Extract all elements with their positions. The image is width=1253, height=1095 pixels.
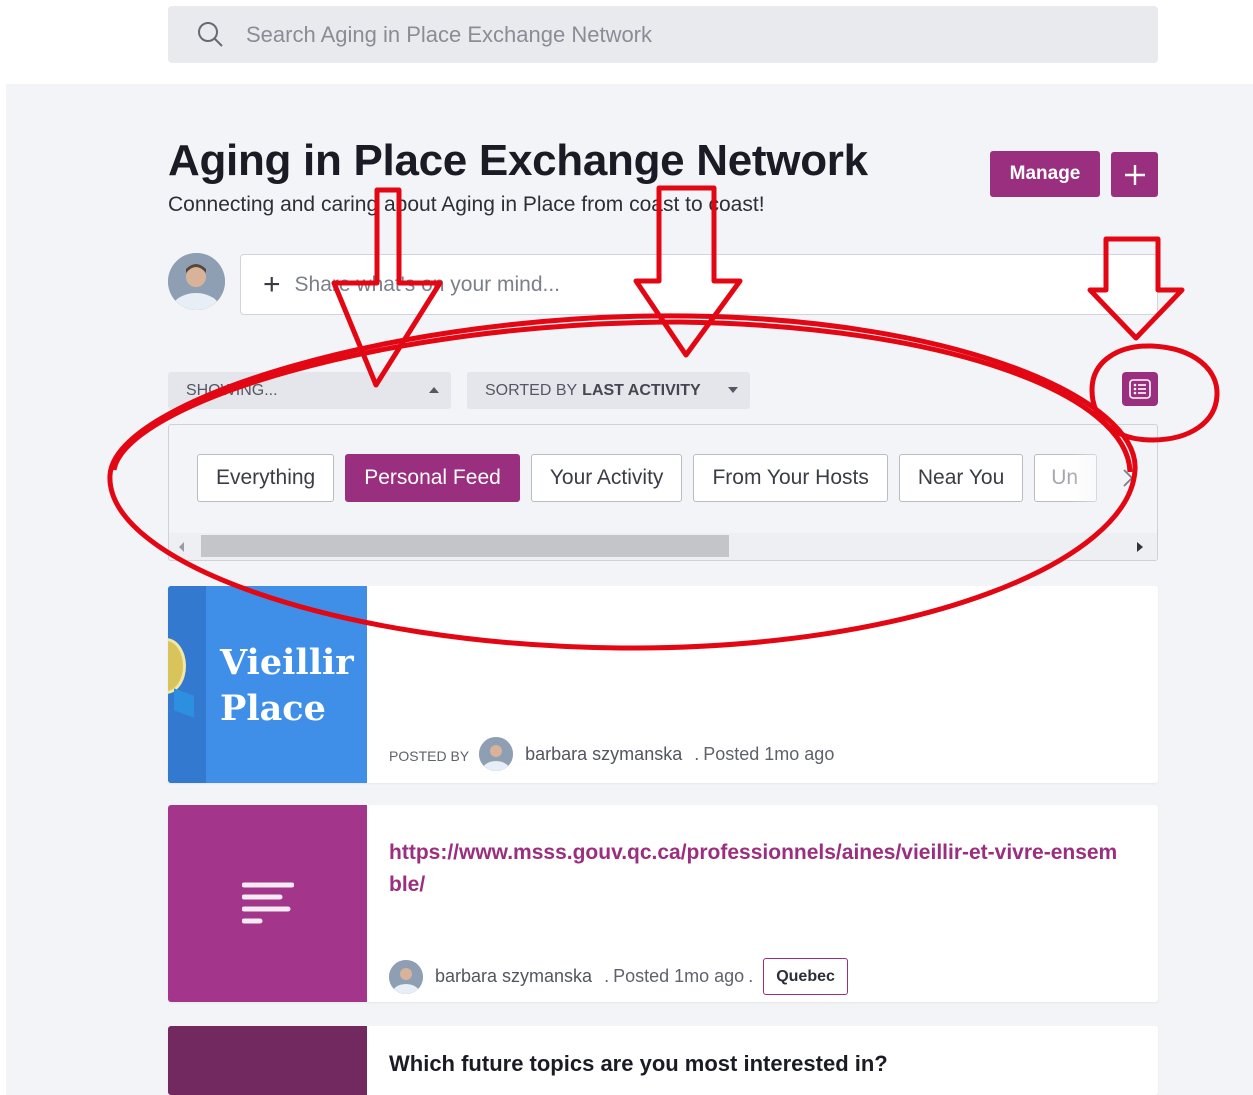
horizontal-scrollbar[interactable] — [169, 533, 1157, 560]
post-card[interactable]: https://www.msss.gouv.qc.ca/professionne… — [168, 805, 1158, 1002]
search-input[interactable] — [246, 21, 1046, 48]
showing-dropdown[interactable]: SHOWING... — [168, 372, 451, 409]
separator-dot: . — [604, 966, 610, 986]
plus-icon: + — [263, 267, 281, 301]
post-meta: barbara szymanska . Posted 1mo ago . Que… — [389, 958, 848, 995]
chevron-right-icon[interactable] — [1119, 469, 1137, 487]
caret-down-icon — [728, 387, 738, 393]
user-avatar[interactable] — [168, 253, 225, 310]
feed-filter-panel: Everything Personal Feed Your Activity F… — [168, 424, 1158, 561]
author-name[interactable]: barbara szymanska — [525, 744, 682, 765]
sort-prefix: SORTED BY — [485, 381, 578, 399]
manage-button[interactable]: Manage — [990, 151, 1100, 197]
post-thumbnail[interactable] — [168, 1026, 367, 1095]
post-link[interactable]: https://www.msss.gouv.qc.ca/professionne… — [389, 837, 1129, 901]
tab-personal-feed[interactable]: Personal Feed — [345, 454, 520, 502]
post-card[interactable]: Which future topics are you most interes… — [168, 1026, 1158, 1095]
author-avatar[interactable] — [389, 959, 423, 994]
caret-up-icon — [429, 387, 439, 393]
sort-value: LAST ACTIVITY — [582, 381, 701, 399]
avatar-photo-icon — [389, 959, 423, 994]
post-thumbnail[interactable] — [168, 805, 367, 1002]
list-view-toggle[interactable] — [1122, 372, 1158, 406]
showing-label: SHOWING... — [186, 381, 278, 399]
tab-near-you[interactable]: Near You — [898, 454, 1024, 502]
post-time: Posted 1mo ago — [613, 966, 745, 986]
list-icon — [1129, 379, 1151, 399]
search-icon — [198, 21, 223, 47]
thumbnail-text: Vieillir s Place — [220, 642, 367, 729]
avatar-photo-icon — [168, 253, 225, 310]
scrollbar-thumb[interactable] — [201, 535, 729, 557]
tab-from-your-hosts[interactable]: From Your Hosts — [693, 454, 888, 502]
scroll-right-icon[interactable] — [1137, 542, 1143, 552]
composer-placeholder: Share what's on your mind... — [294, 272, 561, 296]
posted-by-label: POSTED BY — [389, 748, 470, 764]
post-title[interactable]: Which future topics are you most interes… — [389, 1051, 888, 1077]
location-tag[interactable]: Quebec — [763, 958, 848, 995]
author-name[interactable]: barbara szymanska — [435, 966, 592, 987]
post-time: Posted 1mo ago — [703, 743, 835, 764]
avatar-photo-icon — [479, 737, 514, 771]
separator-dot: . — [694, 743, 700, 764]
text-lines-icon — [241, 882, 294, 923]
sort-dropdown[interactable]: SORTED BY LAST ACTIVITY — [467, 372, 750, 409]
plus-icon — [1124, 164, 1145, 185]
page-subtitle: Connecting and caring about Aging in Pla… — [168, 193, 765, 216]
scroll-left-icon[interactable] — [179, 542, 184, 552]
post-composer[interactable]: + Share what's on your mind... — [240, 254, 1158, 315]
search-bar[interactable] — [168, 6, 1158, 63]
feed-tabs: Everything Personal Feed Your Activity F… — [197, 454, 1098, 502]
author-avatar[interactable] — [479, 737, 514, 771]
tabs-fade — [1069, 445, 1157, 515]
page-title: Aging in Place Exchange Network — [168, 136, 868, 185]
post-meta: POSTED BY barbara szymanska . Posted 1mo… — [389, 737, 834, 771]
tab-everything[interactable]: Everything — [197, 454, 335, 502]
post-card[interactable]: Vieillir s Place POSTED BY barbara szyma… — [168, 586, 1158, 783]
add-button[interactable] — [1111, 152, 1158, 197]
tab-your-activity[interactable]: Your Activity — [530, 454, 683, 502]
separator-dot: . — [748, 966, 754, 986]
post-thumbnail[interactable]: Vieillir s Place — [168, 586, 367, 783]
